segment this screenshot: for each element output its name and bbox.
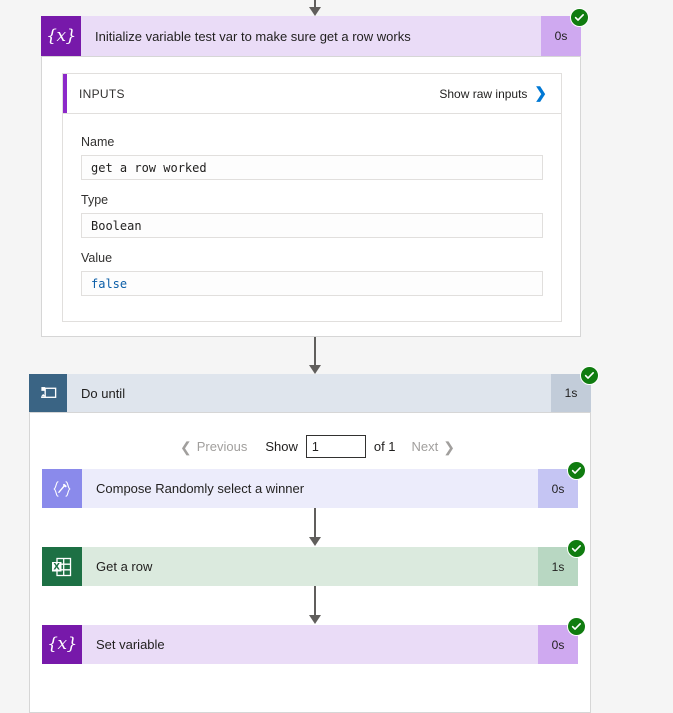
field-label: Name	[81, 135, 115, 149]
status-success-icon	[580, 366, 599, 385]
action-card-set-variable[interactable]: {x} Set variable 0s	[42, 617, 586, 664]
connector-arrowhead	[309, 615, 321, 624]
action-card-compose[interactable]: Compose Randomly select a winner 0s	[42, 461, 586, 508]
action-card-get-a-row[interactable]: X Get a row 1s	[42, 539, 586, 586]
connector-arrowhead	[309, 365, 321, 374]
connector-compose-to-getarow	[309, 508, 321, 546]
action-title: Set variable	[96, 637, 165, 652]
inputs-header: INPUTS Show raw inputs ❯	[63, 74, 561, 114]
pager-previous-label: Previous	[196, 439, 248, 454]
inputs-box: INPUTS Show raw inputs ❯ Name get a row …	[62, 73, 562, 322]
pager-next-label: Next	[411, 439, 439, 454]
pager-of-label: of 1	[373, 439, 396, 454]
chevron-left-icon: ❮	[180, 438, 192, 455]
connector-top	[309, 0, 321, 16]
connector-line	[314, 337, 316, 366]
action-title: Compose Randomly select a winner	[96, 481, 305, 496]
braces-x-icon: {x}	[42, 625, 82, 664]
pager-next-button[interactable]: Next ❯	[412, 439, 455, 454]
action-card-initialize-variable[interactable]: {x} Initialize variable test var to make…	[41, 8, 589, 56]
field-value-name: get a row worked	[81, 155, 543, 180]
field-value-type: Boolean	[81, 213, 543, 238]
connector-getarow-to-setvariable	[309, 586, 321, 624]
field-group-type: Type Boolean	[63, 193, 561, 238]
connector-arrowhead	[309, 7, 321, 16]
loop-pager: ❮ Previous Show 1 of 1 Next ❯	[180, 435, 455, 458]
chevron-right-icon: ❯	[534, 85, 547, 102]
status-success-icon	[567, 539, 586, 558]
braces-x-icon: {x}	[41, 16, 81, 56]
connector-line	[314, 508, 316, 538]
pager-page-input[interactable]: 1	[305, 435, 366, 458]
loop-icon	[29, 374, 67, 412]
field-label: Type	[81, 193, 109, 207]
connector-arrowhead	[309, 537, 321, 546]
field-group-name: Name get a row worked	[63, 135, 561, 180]
svg-text:X: X	[53, 562, 60, 572]
chevron-right-icon: ❯	[443, 438, 455, 455]
status-success-icon	[570, 8, 589, 27]
connector-to-do-until	[309, 337, 321, 374]
action-card-do-until[interactable]: Do until 1s	[29, 366, 599, 412]
field-value-value: false	[81, 271, 543, 296]
action-title: Initialize variable test var to make sur…	[95, 28, 411, 44]
inputs-section-label: INPUTS	[79, 86, 125, 101]
connector-line	[314, 586, 316, 616]
pager-show-label: Show	[265, 439, 298, 454]
pager-previous-button[interactable]: ❮ Previous	[180, 439, 247, 454]
action-detail-panel: INPUTS Show raw inputs ❯ Name get a row …	[41, 56, 581, 337]
field-group-value: Value false	[63, 251, 561, 296]
status-success-icon	[567, 617, 586, 636]
excel-icon: X	[42, 547, 82, 586]
pager-page-value: 1	[311, 439, 319, 454]
action-title: Do until	[81, 385, 126, 401]
status-success-icon	[567, 461, 586, 480]
show-raw-inputs-link[interactable]: Show raw inputs ❯	[439, 86, 547, 101]
flow-run-canvas: {x} Initialize variable test var to make…	[0, 0, 673, 713]
action-title: Get a row	[96, 559, 153, 574]
braces-pencil-icon	[42, 469, 82, 508]
show-raw-inputs-label: Show raw inputs	[439, 86, 528, 101]
field-label: Value	[81, 251, 113, 265]
